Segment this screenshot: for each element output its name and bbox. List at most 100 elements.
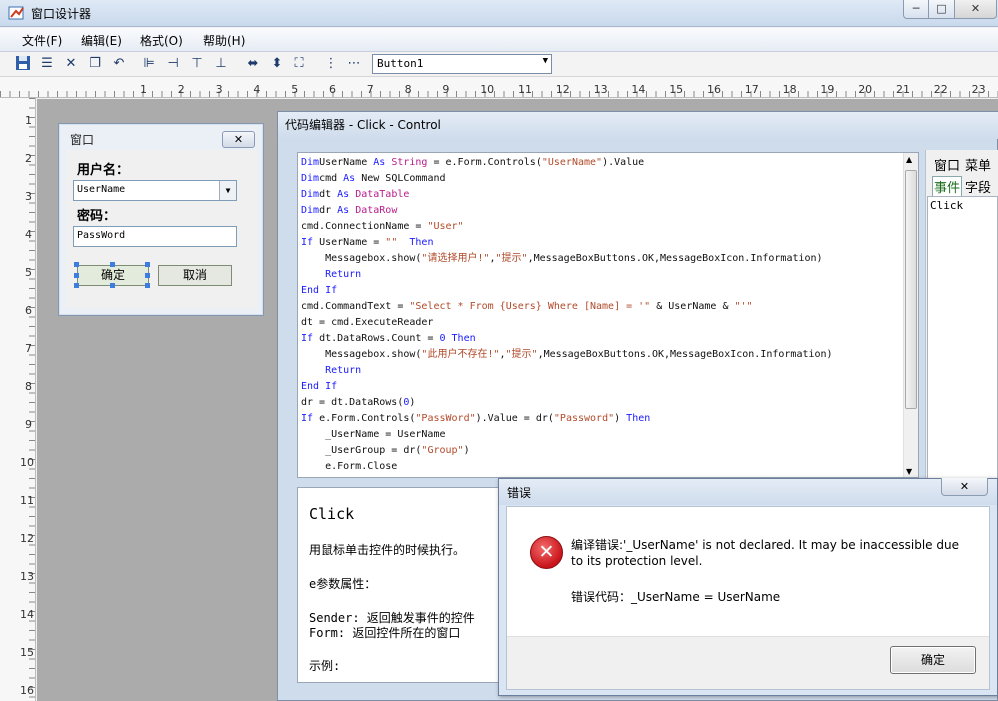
resize-handle[interactable] (74, 262, 79, 267)
app-icon (8, 5, 25, 21)
code-token: ).Value = dr( (475, 413, 554, 424)
code-line[interactable]: Return (301, 363, 833, 379)
ruler-number: 11 (20, 494, 34, 507)
tab-window[interactable]: 窗口 (934, 155, 960, 174)
username-label[interactable]: 用户名： (77, 159, 129, 178)
code-line[interactable]: Messagebox.show("此用户不存在!","提示",MessageBo… (301, 347, 833, 363)
menu-format[interactable]: 格式(O) (140, 32, 183, 49)
error-dialog-title-bar (499, 479, 997, 505)
ruler-number: 19 (820, 83, 835, 96)
list-item[interactable]: Click (930, 199, 963, 212)
cancel-button[interactable]: 取消 (158, 265, 232, 286)
design-form-close-button[interactable]: ✕ (222, 131, 255, 148)
code-line[interactable]: Return (301, 267, 833, 283)
delete-icon[interactable]: ✕ (62, 55, 80, 73)
code-token: Dim (301, 189, 320, 200)
menu-edit[interactable]: 编辑(E) (81, 32, 122, 49)
minimize-button[interactable]: ─ (903, 0, 929, 19)
code-line[interactable]: If e.Form.Controls("PassWord").Value = d… (301, 411, 833, 427)
properties-icon[interactable]: ☰ (38, 55, 56, 73)
error-ok-button[interactable]: 确定 (890, 646, 976, 674)
code-token: "" (385, 237, 398, 248)
error-message: 编译错误:'_UserName' is not declared. It may… (571, 538, 959, 568)
code-line[interactable]: _UserGroup = dr("Group") (301, 443, 833, 459)
password-field[interactable]: PassWord (73, 226, 237, 247)
code-token: End If (301, 285, 338, 296)
align-left-icon[interactable]: ⊫ (140, 55, 158, 73)
align-bottom-icon[interactable]: ⊥ (212, 55, 230, 73)
ruler-number: 4 (25, 228, 32, 241)
same-size-icon[interactable]: ⛶ (290, 55, 308, 73)
code-token: Then (397, 237, 434, 248)
code-text-area[interactable]: DimUserName As String = e.Form.Controls(… (297, 152, 919, 478)
code-line[interactable]: cmd.CommandText = "Select * From {Users}… (301, 299, 833, 315)
code-line[interactable]: dr = dt.DataRows(0) (301, 395, 833, 411)
same-height-icon[interactable]: ⬍ (268, 55, 286, 73)
code-token: dr = dt.DataRows( (301, 397, 404, 408)
control-select[interactable]: Button1 ▼ (372, 54, 552, 74)
resize-handle[interactable] (145, 262, 150, 267)
resize-handle[interactable] (145, 273, 150, 278)
title-bar (0, 0, 998, 27)
tab-menu[interactable]: 菜单 (965, 155, 991, 174)
scroll-up-icon[interactable]: ▲ (906, 155, 912, 164)
scroll-down-icon[interactable]: ▼ (906, 467, 912, 476)
code-token: "UserName" (541, 157, 603, 168)
error-dialog-close-button[interactable]: ✕ (941, 478, 988, 496)
error-code: 错误代码：_UserName = UserName (571, 590, 781, 604)
align-top-icon[interactable]: ⊤ (188, 55, 206, 73)
code-line[interactable]: End If (301, 379, 833, 395)
code-line[interactable]: e.Form.Close (301, 459, 833, 475)
code-line[interactable]: End If (301, 283, 833, 299)
code-token: As (337, 205, 350, 216)
resize-handle[interactable] (74, 273, 79, 278)
password-label[interactable]: 密码： (77, 205, 116, 224)
chevron-down-icon[interactable]: ▼ (219, 181, 236, 200)
toolbar: ☰ ✕ ❐ ↶ ⊫ ⊣ ⊤ ⊥ ⬌ ⬍ ⛶ ⋮ ⋯ Button1 ▼ (0, 52, 998, 77)
code-line[interactable]: DimUserName As String = e.Form.Controls(… (301, 155, 833, 171)
resize-handle[interactable] (145, 283, 150, 288)
code-token: "User" (427, 221, 464, 232)
align-right-icon[interactable]: ⊣ (164, 55, 182, 73)
code-token: If (301, 333, 314, 344)
code-scrollbar-thumb[interactable] (905, 170, 917, 409)
undo-icon[interactable]: ↶ (110, 55, 128, 73)
code-line[interactable]: Dimdt As DataTable (301, 187, 833, 203)
resize-handle[interactable] (110, 283, 115, 288)
error-dialog-title: 错误 (507, 486, 532, 500)
horizontal-spacing-icon[interactable]: ⋯ (345, 55, 363, 73)
code-editor-title: 代码编辑器 - Click - Control (285, 118, 441, 132)
code-line[interactable]: _UserName = UserName (301, 427, 833, 443)
menu-file[interactable]: 文件(F) (22, 32, 62, 49)
code-line[interactable]: cmd.ConnectionName = "User" (301, 219, 833, 235)
code-line[interactable]: If UserName = "" Then (301, 235, 833, 251)
ruler-number: 8 (404, 83, 412, 96)
vertical-spacing-icon[interactable]: ⋮ (322, 55, 340, 73)
same-width-icon[interactable]: ⬌ (244, 55, 262, 73)
code-line[interactable]: Messagebox.show("请选择用户!","提示",MessageBox… (301, 251, 833, 267)
resize-handle[interactable] (110, 262, 115, 267)
menu-help[interactable]: 帮助(H) (203, 32, 245, 49)
help-pane: Click 用鼠标单击控件的时候执行。 e参数属性： Sender: 返回触发事… (297, 487, 507, 683)
help-line: Form: 返回控件所在的窗口 (309, 626, 461, 640)
code-line[interactable]: dt = cmd.ExecuteReader (301, 315, 833, 331)
tab-field[interactable]: 字段 (965, 177, 991, 196)
code-line[interactable]: Dimdr As DataRow (301, 203, 833, 219)
ruler-number: 14 (20, 608, 34, 621)
horizontal-ruler (0, 77, 998, 98)
ruler-number: 2 (177, 83, 185, 96)
ruler-number: 17 (744, 83, 759, 96)
code-line[interactable]: If dt.DataRows.Count = 0 Then (301, 331, 833, 347)
error-icon: ✕ (530, 536, 563, 569)
close-button[interactable]: ✕ (954, 0, 997, 19)
copy-icon[interactable]: ❐ (86, 55, 104, 73)
save-icon[interactable] (14, 55, 32, 73)
maximize-button[interactable]: □ (928, 0, 955, 19)
window-title: 窗口设计器 (31, 7, 92, 21)
tab-event[interactable]: 事件 (932, 176, 963, 197)
ruler-number: 14 (631, 83, 646, 96)
code-line[interactable]: Dimcmd As New SQLCommand (301, 171, 833, 187)
username-combo[interactable]: UserName ▼ (73, 180, 237, 201)
resize-handle[interactable] (74, 283, 79, 288)
code-token: ) (463, 445, 470, 456)
